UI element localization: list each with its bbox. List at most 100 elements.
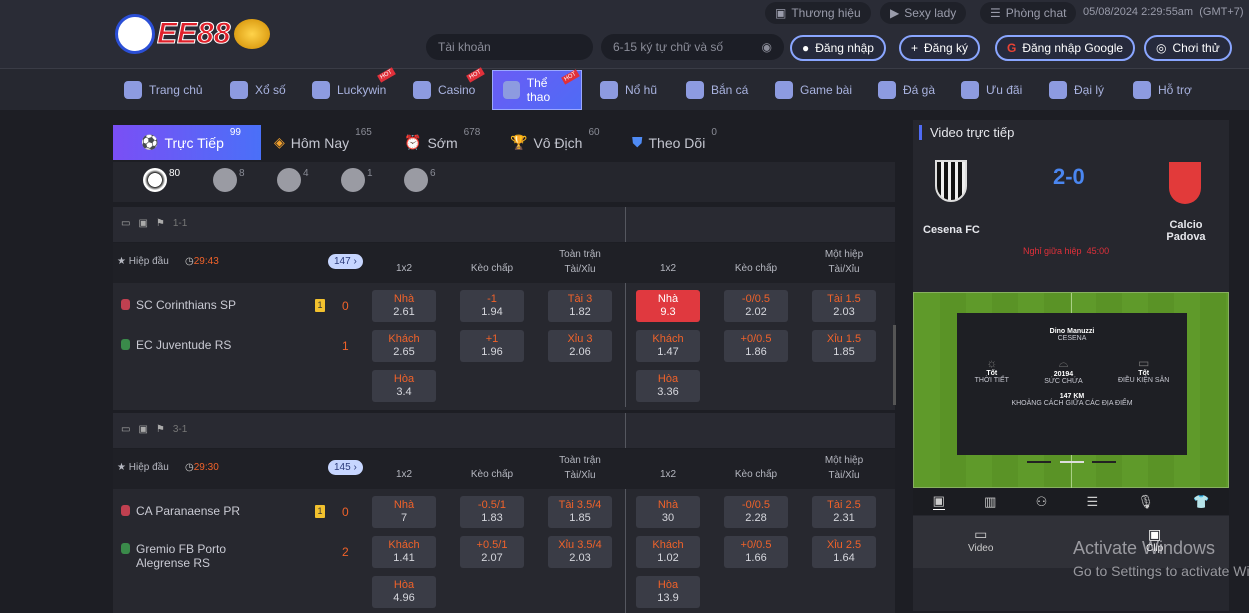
odds-button[interactable]: Hòa 3.4	[372, 370, 436, 402]
odds-button[interactable]: -0/0.5 2.28	[724, 496, 788, 528]
odds-button[interactable]: Khách 1.47	[636, 330, 700, 362]
column-header: Kèo chấp	[448, 261, 536, 276]
corner-flag-icon[interactable]: ⚑	[156, 218, 165, 229]
sport-count: 6	[430, 168, 436, 179]
odds-button[interactable]: Xỉu 3.5/4 2.03	[548, 536, 612, 568]
more-markets-button[interactable]: 147 ›	[328, 254, 363, 269]
odds-button[interactable]: Hòa 3.36	[636, 370, 700, 402]
tab-following[interactable]: ⛊ Theo Dõi 0	[632, 125, 717, 160]
sport-filter-3[interactable]: 1	[341, 168, 373, 192]
sport-filter-0[interactable]: 80	[143, 168, 180, 192]
nav-item-6[interactable]: Bắn cá	[686, 69, 748, 111]
hot-badge: HOT	[376, 67, 396, 83]
eye-icon[interactable]: ◉	[762, 40, 772, 54]
compass-icon: ◈	[274, 134, 285, 150]
login-button[interactable]: ● Đăng nhập	[790, 35, 886, 61]
field-icon[interactable]: ▣	[138, 424, 147, 435]
odds-button[interactable]: -0/0.5 2.02	[724, 290, 788, 322]
odds-button[interactable]: Khách 2.65	[372, 330, 436, 362]
star-icon[interactable]: ★	[117, 462, 129, 473]
odds-button[interactable]: Nhà 30	[636, 496, 700, 528]
camera-icon[interactable]: ▭	[121, 218, 130, 229]
away-team[interactable]: Gremio FB Porto Alegrense RS	[121, 542, 281, 570]
tab-early[interactable]: ⏰ Sớm 678	[404, 125, 480, 160]
odds-button[interactable]: Tài 3 1.82	[548, 290, 612, 322]
odds-button[interactable]: Khách 1.02	[636, 536, 700, 568]
capacity-stat: ⌓ 20194 SỨC CHỨA	[1044, 356, 1083, 385]
carousel-dot[interactable]	[1092, 461, 1116, 463]
nav-item-11[interactable]: Hỗ trợ	[1133, 69, 1192, 111]
account-input[interactable]: Tài khoản	[426, 34, 593, 60]
odds-button[interactable]: Tài 2.5 2.31	[812, 496, 876, 528]
odds-button[interactable]: Nhà 2.61	[372, 290, 436, 322]
odds-label: Xỉu 1.5	[826, 333, 862, 345]
scrollbar[interactable]	[893, 325, 896, 405]
trial-button[interactable]: ◎ Chơi thử	[1144, 35, 1232, 61]
away-team[interactable]: EC Juventude RS	[121, 338, 281, 352]
more-markets-button[interactable]: 145 ›	[328, 460, 363, 475]
google-login-button[interactable]: G Đăng nhập Google	[995, 35, 1136, 61]
nav-item-7[interactable]: Game bài	[775, 69, 852, 111]
odds-button[interactable]: Khách 1.41	[372, 536, 436, 568]
datetime: 05/08/2024 2:29:55am (GMT+7)	[1083, 6, 1244, 18]
carousel-dot-active[interactable]	[1060, 461, 1084, 463]
ee88-logo[interactable]: EE88	[115, 8, 310, 60]
field-icon[interactable]: ▣	[932, 493, 945, 510]
home-team[interactable]: CA Paranaense PR	[121, 504, 240, 518]
column-divider	[625, 413, 626, 448]
shirt-icon[interactable]: 👕	[1193, 494, 1209, 510]
sport-filter-2[interactable]: 4	[277, 168, 309, 192]
sport-filter-1[interactable]: 8	[213, 168, 245, 192]
odds-button[interactable]: Xỉu 1.5 1.85	[812, 330, 876, 362]
odds-button[interactable]: Nhà 9.3	[636, 290, 700, 322]
chat-link[interactable]: ☰ Phòng chat	[980, 2, 1077, 24]
odds-button[interactable]: Tài 1.5 2.03	[812, 290, 876, 322]
odds-button[interactable]: +0/0.5 1.86	[724, 330, 788, 362]
brand-link[interactable]: ▣ Thương hiệu	[765, 2, 871, 24]
odds-button[interactable]: -0.5/1 1.83	[460, 496, 524, 528]
star-icon[interactable]: ★	[117, 256, 129, 267]
nav-item-8[interactable]: Đá gà	[878, 69, 935, 111]
odds-button[interactable]: Hòa 4.96	[372, 576, 436, 608]
odds-button[interactable]: +0.5/1 2.07	[460, 536, 524, 568]
odds-value: 1.47	[657, 346, 679, 358]
corner-flag-icon[interactable]: ⚑	[156, 424, 165, 435]
nav-item-5[interactable]: Nổ hũ	[600, 69, 657, 111]
sexy-lady-link[interactable]: ▶ Sexy lady	[880, 2, 967, 24]
odds-button[interactable]: Xỉu 3 2.06	[548, 330, 612, 362]
odds-value: 1.85	[569, 512, 591, 524]
nav-item-0[interactable]: Trang chủ	[124, 69, 203, 111]
nav-item-10[interactable]: Đại lý	[1049, 69, 1104, 111]
user-icon: ●	[802, 41, 810, 55]
password-input[interactable]: 6-15 ký tự chữ và số ◉	[601, 34, 784, 60]
nav-item-3[interactable]: Casino HOT	[413, 67, 485, 111]
camera-icon[interactable]: ▭	[121, 424, 130, 435]
odds-button[interactable]: Hòa 13.9	[636, 576, 700, 608]
tab-live[interactable]: ⚽ Trực Tiếp 99	[113, 125, 261, 160]
odds-button[interactable]: +0/0.5 1.66	[724, 536, 788, 568]
field-icon[interactable]: ▣	[138, 218, 147, 229]
column-header: Một hiệp Tài/Xỉu	[800, 453, 888, 483]
nav-item-9[interactable]: Ưu đãi	[961, 69, 1022, 111]
microphone-icon[interactable]: 🎙	[1137, 494, 1154, 510]
nav-item-4[interactable]: Thể thao HOT	[492, 69, 582, 110]
home-score: 0	[342, 299, 349, 313]
odds-button[interactable]: Tài 3.5/4 1.85	[548, 496, 612, 528]
odds-button[interactable]: Nhà 7	[372, 496, 436, 528]
video-button[interactable]: ▭ Video	[968, 526, 993, 554]
odds-button[interactable]: +1 1.96	[460, 330, 524, 362]
nav-item-2[interactable]: Luckywin HOT	[312, 67, 396, 111]
register-button[interactable]: + Đăng ký	[899, 35, 981, 61]
carousel-dot[interactable]	[1027, 461, 1051, 463]
lineup-icon[interactable]: ⚇	[1036, 494, 1048, 510]
odds-label: Hòa	[393, 373, 415, 385]
tab-today[interactable]: ◈ Hôm Nay 165	[274, 125, 372, 160]
odds-button[interactable]: Xỉu 2.5 1.64	[812, 536, 876, 568]
home-team[interactable]: SC Corinthians SP	[121, 298, 236, 312]
bar-chart-icon[interactable]: ▥	[984, 494, 996, 510]
tab-champion[interactable]: 🏆 Vô Địch 60	[510, 125, 600, 160]
nav-item-1[interactable]: Xổ số	[230, 69, 286, 111]
odds-button[interactable]: -1 1.94	[460, 290, 524, 322]
list-icon[interactable]: ☰	[1087, 494, 1099, 510]
sport-filter-4[interactable]: 6	[404, 168, 436, 192]
